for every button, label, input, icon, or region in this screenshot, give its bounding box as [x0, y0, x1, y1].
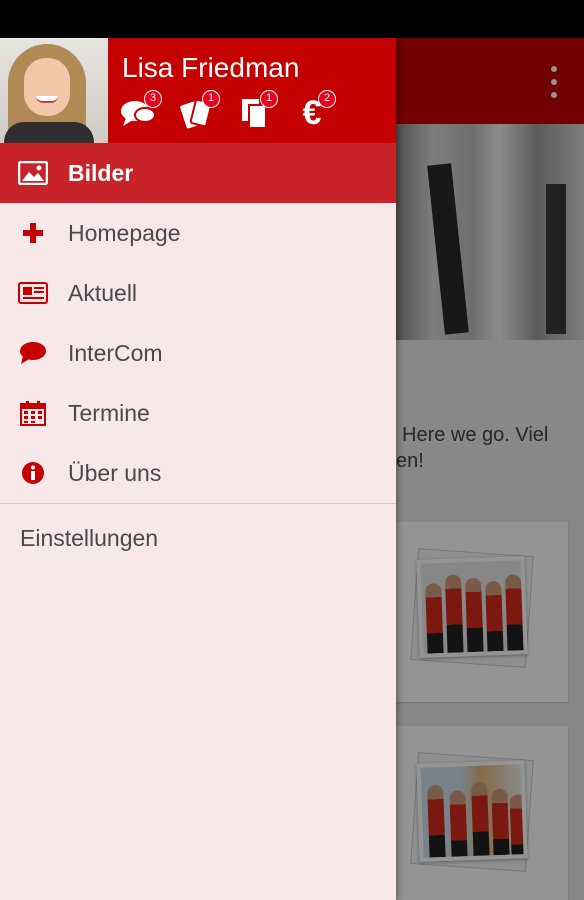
documents-icon[interactable]: 1 [236, 90, 278, 130]
image-icon [0, 161, 68, 185]
settings-item[interactable]: Einstellungen [0, 504, 396, 572]
notification-badge: 1 [202, 90, 220, 108]
menu-label: InterCom [68, 339, 163, 366]
newspaper-icon [0, 282, 68, 304]
menu-item-termine[interactable]: Termine [0, 383, 396, 443]
plus-icon [0, 222, 68, 244]
menu-label: Über uns [68, 459, 162, 486]
header-shortcuts: 3 1 1 € 2 [120, 90, 336, 130]
menu-item-ueber-uns[interactable]: Über uns [0, 443, 396, 503]
menu-label: Homepage [68, 219, 181, 246]
menu-item-aktuell[interactable]: Aktuell [0, 263, 396, 323]
notification-badge: 3 [144, 90, 162, 108]
status-bar [0, 0, 584, 38]
menu-label: Termine [68, 399, 150, 426]
notification-badge: 1 [260, 90, 278, 108]
chat-bubbles-icon[interactable]: 3 [120, 90, 162, 130]
menu-label: Bilder [68, 159, 134, 186]
euro-icon[interactable]: € 2 [294, 90, 336, 130]
notification-badge: 2 [318, 90, 336, 108]
menu-item-intercom[interactable]: InterCom [0, 323, 396, 383]
calendar-icon [0, 400, 68, 426]
user-name: Lisa Friedman [122, 52, 300, 83]
menu-item-bilder[interactable]: Bilder [0, 143, 396, 203]
drawer-header: Lisa Friedman 3 1 1 € 2 [0, 38, 396, 143]
tickets-icon[interactable]: 1 [178, 90, 220, 130]
chat-icon [0, 341, 68, 365]
avatar[interactable] [0, 38, 108, 143]
menu-label: Aktuell [68, 279, 138, 306]
menu-item-homepage[interactable]: Homepage [0, 203, 396, 263]
navigation-drawer: Lisa Friedman 3 1 1 € 2 Bilder Homepage … [0, 38, 396, 900]
info-icon [0, 461, 68, 485]
drawer-menu: Bilder Homepage Aktuell InterCom Termine [0, 143, 396, 572]
